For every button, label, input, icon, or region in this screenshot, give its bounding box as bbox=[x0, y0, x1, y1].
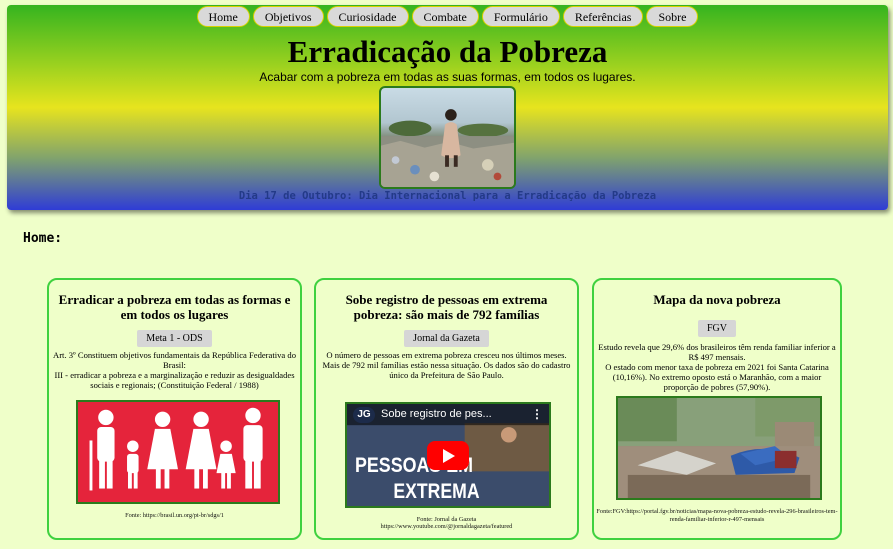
card-erradicar: Erradicar a pobreza em todas as formas e… bbox=[47, 278, 302, 540]
card-mapa-pobreza: Mapa da nova pobreza FGV Estudo revela q… bbox=[592, 278, 842, 540]
family-icon bbox=[89, 407, 263, 491]
nav-referencias[interactable]: Referências bbox=[562, 6, 644, 27]
more-options-icon[interactable]: ⋮ bbox=[531, 407, 543, 421]
main-nav: Home Objetivos Curiosidade Combate Formu… bbox=[7, 5, 888, 27]
nav-home[interactable]: Home bbox=[196, 6, 250, 27]
hero-image bbox=[379, 86, 516, 189]
sdg-1-image bbox=[76, 400, 280, 504]
page-title: Erradicação da Pobreza bbox=[287, 34, 608, 69]
card-source[interactable]: Fonte:FGV:https://portal.fgv.br/noticias… bbox=[594, 508, 840, 524]
section-title: Home: bbox=[23, 231, 63, 246]
card-text: Art. 3º Constituem objetivos fundamentai… bbox=[52, 350, 296, 370]
card-extrema-pobreza: Sobe registro de pessoas em extrema pobr… bbox=[314, 278, 579, 540]
poverty-photo bbox=[616, 396, 822, 500]
page-subtitle: Acabar com a pobreza em todas as suas fo… bbox=[259, 70, 636, 84]
video-title[interactable]: Sobe registro de pes... bbox=[381, 408, 492, 420]
card-text: Estudo revela que 29,6% dos brasileiros … bbox=[598, 342, 836, 362]
card-text-2: O estado com menor taxa de pobreza em 20… bbox=[605, 362, 829, 392]
card-badge: FGV bbox=[697, 320, 736, 337]
nav-curiosidade[interactable]: Curiosidade bbox=[326, 6, 409, 27]
card-title: Sobe registro de pessoas em extrema pobr… bbox=[345, 292, 548, 322]
channel-logo: JG bbox=[353, 407, 375, 423]
nav-sobre[interactable]: Sobre bbox=[646, 6, 699, 27]
card-title: Mapa da nova pobreza bbox=[653, 292, 781, 307]
card-text-2: III - erradicar a pobreza e a marginaliz… bbox=[54, 370, 295, 390]
nav-combate[interactable]: Combate bbox=[411, 6, 479, 27]
card-source-link[interactable]: https://www.youtube.com/@jornaldagazeta/… bbox=[316, 523, 577, 531]
card-badge: Jornal da Gazeta bbox=[404, 330, 489, 347]
video-overlay-2: EXTREMA POBREZA bbox=[393, 480, 480, 506]
card-badge: Meta 1 - ODS bbox=[137, 330, 212, 347]
page-header: Home Objetivos Curiosidade Combate Formu… bbox=[7, 5, 888, 210]
card-source: Fonte: https://brasil.un.org/pt-br/sdgs/… bbox=[125, 512, 224, 519]
play-button-icon[interactable] bbox=[427, 441, 469, 470]
header-caption: Dia 17 de Outubro: Dia Internacional par… bbox=[238, 190, 657, 202]
card-text: O número de pessoas em extrema pobreza c… bbox=[322, 350, 571, 380]
nav-formulario[interactable]: Formulário bbox=[481, 6, 560, 27]
video-embed[interactable]: JG Sobe registro de pes... ⋮ PESSOAS EM … bbox=[345, 402, 551, 508]
card-title: Erradicar a pobreza em todas as formas e… bbox=[58, 292, 291, 322]
nav-objetivos[interactable]: Objetivos bbox=[252, 6, 324, 27]
